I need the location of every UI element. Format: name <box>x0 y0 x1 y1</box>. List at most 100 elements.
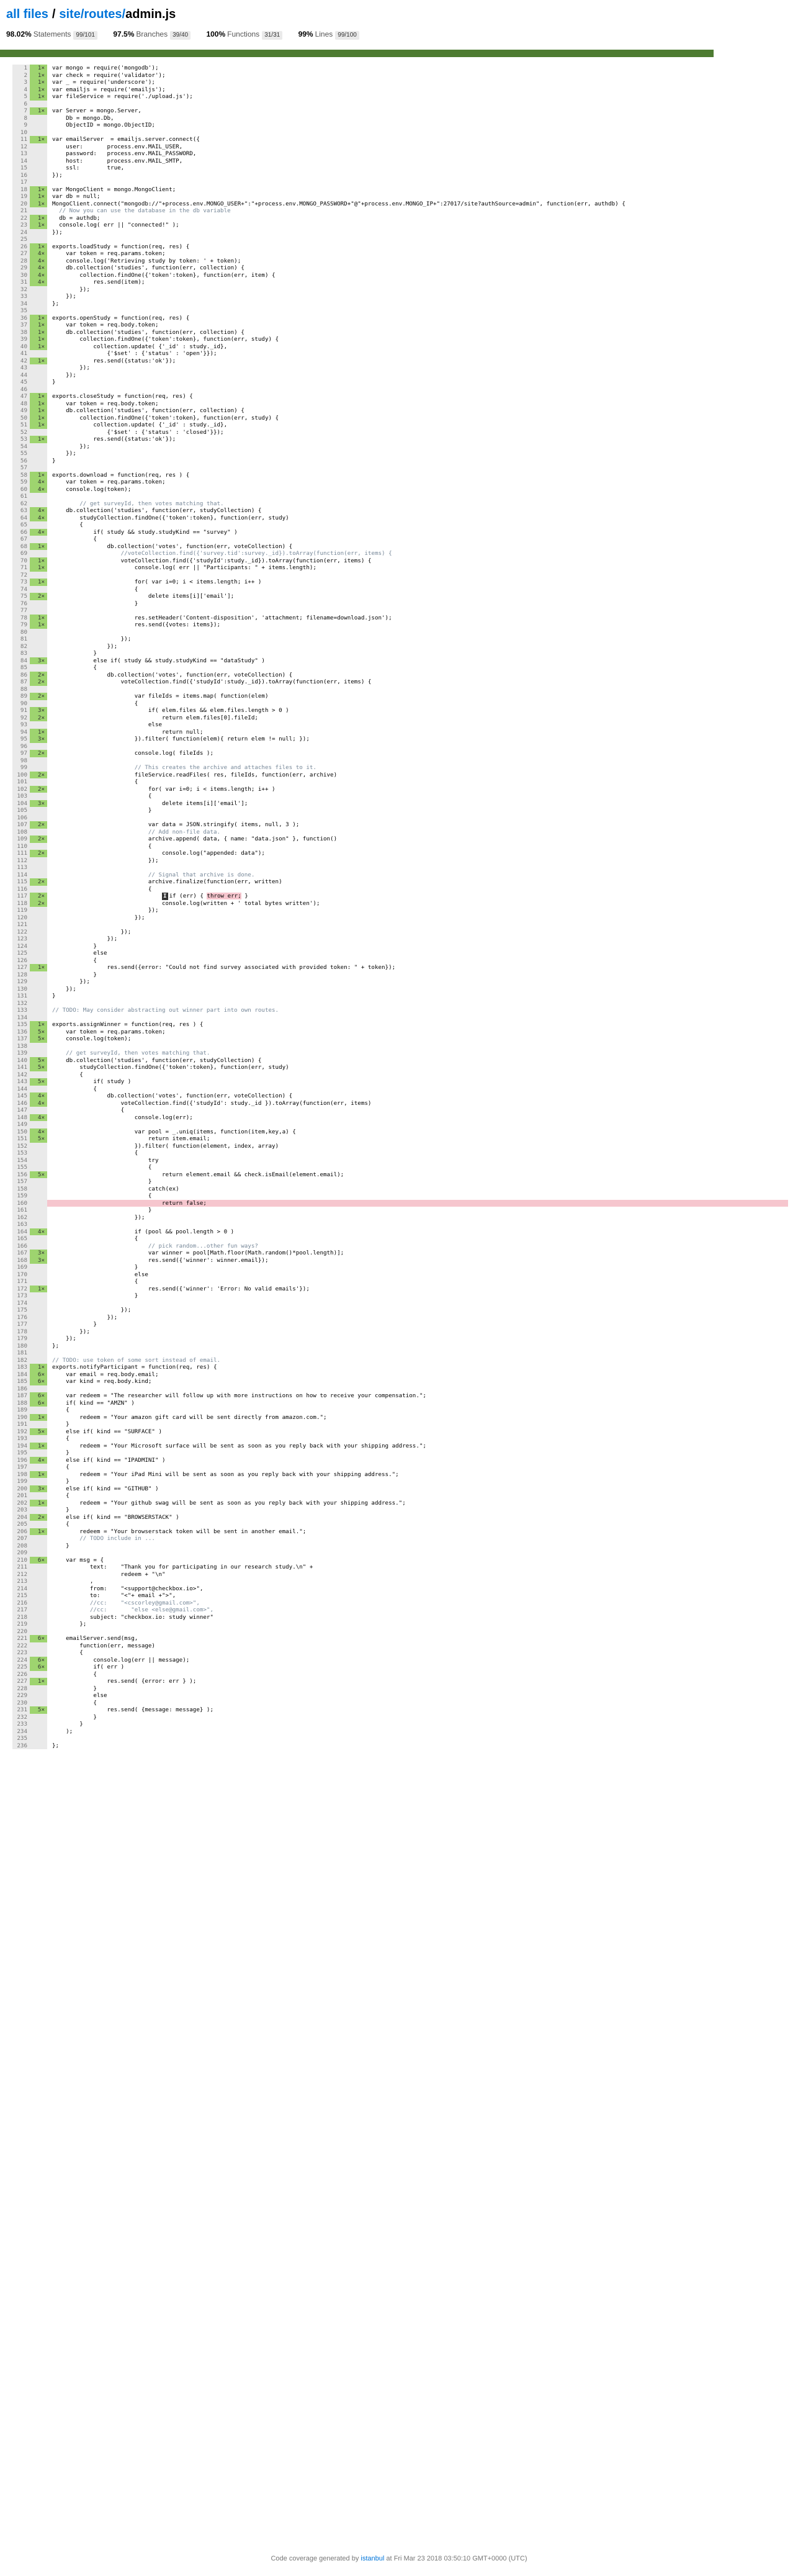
line-number[interactable]: 71 <box>12 564 30 572</box>
line-number[interactable]: 20 <box>12 200 30 207</box>
line-number[interactable]: 91 <box>12 707 30 714</box>
line-number[interactable]: 143 <box>12 1078 30 1086</box>
line-number[interactable]: 163 <box>12 1221 30 1228</box>
line-number[interactable]: 98 <box>12 757 30 764</box>
line-number[interactable]: 159 <box>12 1192 30 1200</box>
line-number[interactable]: 203 <box>12 1506 30 1514</box>
line-number[interactable]: 76 <box>12 600 30 607</box>
line-number[interactable]: 189 <box>12 1407 30 1414</box>
line-number[interactable]: 123 <box>12 935 30 943</box>
line-number[interactable]: 127 <box>12 964 30 971</box>
line-number[interactable]: 129 <box>12 978 30 986</box>
line-number[interactable]: 136 <box>12 1028 30 1035</box>
line-number[interactable]: 170 <box>12 1271 30 1278</box>
line-number[interactable]: 95 <box>12 736 30 743</box>
line-number[interactable]: 89 <box>12 693 30 700</box>
line-number[interactable]: 30 <box>12 271 30 279</box>
line-number[interactable]: 210 <box>12 1556 30 1564</box>
line-number[interactable]: 79 <box>12 621 30 629</box>
line-number[interactable]: 192 <box>12 1428 30 1435</box>
line-number[interactable]: 69 <box>12 550 30 557</box>
line-number[interactable]: 85 <box>12 664 30 672</box>
line-number[interactable]: 78 <box>12 614 30 621</box>
line-number[interactable]: 32 <box>12 286 30 293</box>
line-number[interactable]: 119 <box>12 907 30 914</box>
line-number[interactable]: 130 <box>12 985 30 993</box>
line-number[interactable]: 176 <box>12 1313 30 1321</box>
line-number[interactable]: 158 <box>12 1185 30 1192</box>
line-number[interactable]: 86 <box>12 671 30 678</box>
line-number[interactable]: 216 <box>12 1599 30 1606</box>
line-number[interactable]: 52 <box>12 428 30 436</box>
line-number[interactable]: 11 <box>12 136 30 143</box>
line-number[interactable]: 155 <box>12 1164 30 1171</box>
line-number[interactable]: 114 <box>12 871 30 878</box>
line-number[interactable]: 10 <box>12 128 30 136</box>
line-number[interactable]: 77 <box>12 607 30 615</box>
line-number[interactable]: 88 <box>12 685 30 693</box>
line-number[interactable]: 110 <box>12 842 30 850</box>
line-number[interactable]: 72 <box>12 571 30 579</box>
line-number[interactable]: 200 <box>12 1485 30 1492</box>
line-number[interactable]: 44 <box>12 371 30 379</box>
line-number[interactable]: 152 <box>12 1142 30 1150</box>
line-number[interactable]: 236 <box>12 1742 30 1749</box>
line-number[interactable]: 13 <box>12 150 30 158</box>
line-number[interactable]: 67 <box>12 536 30 543</box>
line-number[interactable]: 199 <box>12 1478 30 1485</box>
line-number[interactable]: 64 <box>12 514 30 521</box>
line-number[interactable]: 172 <box>12 1285 30 1292</box>
line-number[interactable]: 212 <box>12 1570 30 1578</box>
line-number[interactable]: 3 <box>12 79 30 86</box>
line-number[interactable]: 217 <box>12 1606 30 1614</box>
line-number[interactable]: 75 <box>12 593 30 600</box>
line-number[interactable]: 209 <box>12 1549 30 1557</box>
line-number[interactable]: 22 <box>12 214 30 222</box>
line-number[interactable]: 234 <box>12 1727 30 1735</box>
line-number[interactable]: 150 <box>12 1128 30 1135</box>
line-number[interactable]: 40 <box>12 343 30 350</box>
line-number[interactable]: 134 <box>12 1014 30 1021</box>
line-number[interactable]: 100 <box>12 771 30 778</box>
line-number[interactable]: 21 <box>12 207 30 215</box>
line-number[interactable]: 131 <box>12 993 30 1000</box>
line-number[interactable]: 171 <box>12 1278 30 1286</box>
line-number[interactable]: 101 <box>12 778 30 786</box>
line-number[interactable]: 198 <box>12 1470 30 1478</box>
line-number[interactable]: 142 <box>12 1071 30 1078</box>
line-number[interactable]: 233 <box>12 1721 30 1728</box>
line-number[interactable]: 179 <box>12 1335 30 1343</box>
line-number[interactable]: 15 <box>12 164 30 172</box>
line-number[interactable]: 165 <box>12 1235 30 1243</box>
line-number[interactable]: 23 <box>12 222 30 229</box>
line-number[interactable]: 215 <box>12 1592 30 1600</box>
line-number[interactable]: 115 <box>12 878 30 886</box>
line-number[interactable]: 173 <box>12 1292 30 1300</box>
line-number[interactable]: 12 <box>12 143 30 150</box>
line-number[interactable]: 204 <box>12 1513 30 1521</box>
line-number[interactable]: 54 <box>12 443 30 450</box>
line-number[interactable]: 153 <box>12 1150 30 1157</box>
line-number[interactable]: 41 <box>12 350 30 358</box>
line-number[interactable]: 9 <box>12 122 30 129</box>
line-number[interactable]: 202 <box>12 1499 30 1506</box>
line-number[interactable]: 161 <box>12 1207 30 1214</box>
line-number[interactable]: 108 <box>12 828 30 835</box>
line-number[interactable]: 145 <box>12 1092 30 1100</box>
line-number[interactable]: 106 <box>12 814 30 821</box>
line-number[interactable]: 148 <box>12 1114 30 1121</box>
line-number[interactable]: 190 <box>12 1413 30 1421</box>
line-number[interactable]: 195 <box>12 1449 30 1457</box>
line-number[interactable]: 1 <box>12 65 30 72</box>
line-number[interactable]: 193 <box>12 1435 30 1443</box>
line-number[interactable]: 61 <box>12 493 30 500</box>
line-number[interactable]: 17 <box>12 179 30 186</box>
line-number[interactable]: 65 <box>12 521 30 529</box>
line-number[interactable]: 206 <box>12 1528 30 1535</box>
line-number[interactable]: 49 <box>12 407 30 415</box>
line-number[interactable]: 219 <box>12 1621 30 1628</box>
line-number[interactable]: 235 <box>12 1735 30 1742</box>
line-number[interactable]: 132 <box>12 999 30 1007</box>
line-number[interactable]: 169 <box>12 1264 30 1271</box>
line-number[interactable]: 174 <box>12 1299 30 1307</box>
